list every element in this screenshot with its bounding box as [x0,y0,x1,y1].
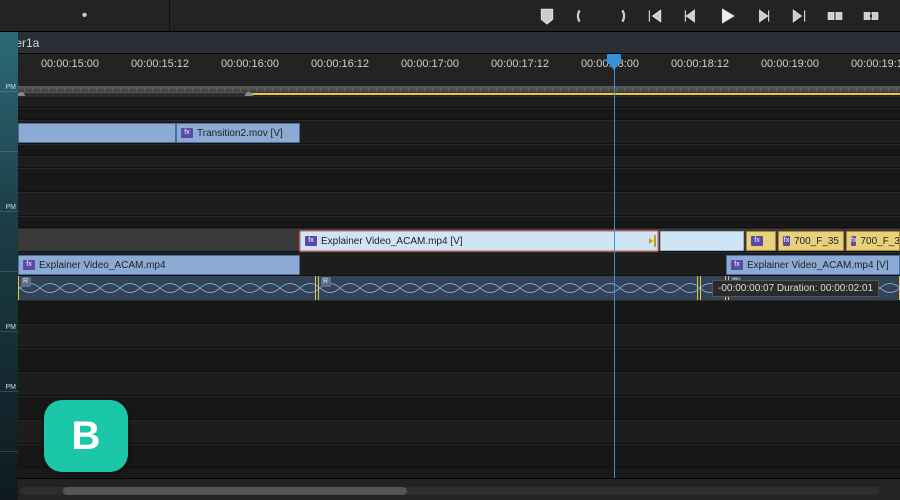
clip-label: 700_F_35 [794,236,839,247]
toolbar-left-slot[interactable]: • [0,0,170,31]
ruler-tick: 00:00:16:00 [221,58,279,70]
clip-label: Explainer Video_ACAM.mp4 [V] [747,260,889,271]
video-track-v3[interactable]: fx Transition2.mov [V] [0,120,900,144]
clip-label: Explainer Video_ACAM.mp4 [39,260,166,271]
go-to-out-icon[interactable] [790,7,808,25]
keyboard-key-badge: B [44,400,128,472]
time-ruler[interactable]: 00:00:15:00 00:00:15:12 00:00:16:00 00:00:1… [0,54,900,94]
clip-label: Explainer Video_ACAM.mp4 [V] [321,236,463,247]
toolbar-left-dot: • [82,7,88,25]
go-to-in-icon[interactable] [646,7,664,25]
audio-clip[interactable]: R [18,276,316,300]
playback-controls [538,7,900,25]
clip-explainer-lead[interactable]: fx Explainer Video_ACAM.mp4 [18,255,300,275]
gutter-slot: PM [0,272,18,332]
audio-badge: R [21,277,31,287]
clip-700f-3[interactable]: fx 700_F_35 [846,231,900,251]
mark-in-icon[interactable] [574,7,592,25]
ruler-tick: 00:00:19:12 [851,58,900,70]
fx-badge-icon: fx [851,236,856,246]
clip-700f-2[interactable]: fx 700_F_35 [778,231,844,251]
gutter-slot [0,392,18,452]
gutter-slot: PM [0,332,18,392]
fx-badge-icon: fx [731,260,743,270]
clip-700f-1[interactable]: fx [746,231,776,251]
ruler-tick: 00:00:17:12 [491,58,549,70]
horizontal-scrollbar[interactable] [20,487,880,495]
clip-label: Transition2.mov [V] [197,128,283,139]
fx-badge-icon: fx [305,236,317,246]
audio-badge: R [321,277,331,287]
tooltip-text: -00:00:00:07 Duration: 00:00:02:01 [718,283,873,294]
sequence-tab[interactable]: iner1a [0,32,900,54]
step-forward-icon[interactable] [754,7,772,25]
ruler-tick: 00:00:15:00 [41,58,99,70]
gutter-slot [0,92,18,152]
clip-explainer-main[interactable]: fx Explainer Video_ACAM.mp4 [V] [300,231,658,251]
extract-icon[interactable] [862,7,880,25]
mark-out-icon[interactable] [610,7,628,25]
video-track-v1[interactable]: fx Explainer Video_ACAM.mp4 [V] fx fx 700… [0,228,900,252]
fx-badge-icon: fx [181,128,193,138]
step-back-icon[interactable] [682,7,700,25]
ruler-tick: 00:00:17:00 [401,58,459,70]
ruler-tick: 00:00:18:12 [671,58,729,70]
left-thumbnail-gutter: PM PM PM PM [0,32,18,500]
fx-badge-icon: fx [783,236,790,246]
gutter-slot [0,212,18,272]
play-icon[interactable] [718,7,736,25]
scrollbar-thumb[interactable] [63,487,407,495]
trim-tooltip: -00:00:00:07 Duration: 00:00:02:01 [712,280,879,297]
gutter-slot: PM [0,152,18,212]
ripple-trim-cursor-icon[interactable] [645,233,658,249]
ruler-tick: 00:00:15:12 [131,58,189,70]
video-track-v0[interactable]: fx Explainer Video_ACAM.mp4 fx Explainer… [0,252,900,276]
audio-clip[interactable]: R [318,276,698,300]
playhead-line [614,54,615,478]
clip-gap-segment[interactable] [660,231,744,251]
lift-icon[interactable] [826,7,844,25]
bottom-bar [0,478,900,500]
fx-badge-icon: fx [23,260,35,270]
clip-explainer-tail[interactable]: fx Explainer Video_ACAM.mp4 [V] [726,255,900,275]
ruler-tick: 00:00:19:00 [761,58,819,70]
clip-v3-lead[interactable] [18,123,176,143]
fx-badge-icon: fx [751,236,763,246]
clip-transition2[interactable]: fx Transition2.mov [V] [176,123,300,143]
keyboard-key-label: B [72,414,101,459]
clip-label: 700_F_35 [860,236,900,247]
marker-add-icon[interactable] [538,7,556,25]
top-toolbar: • [0,0,900,32]
ruler-tick: 00:00:16:12 [311,58,369,70]
gutter-slot: PM [0,32,18,92]
